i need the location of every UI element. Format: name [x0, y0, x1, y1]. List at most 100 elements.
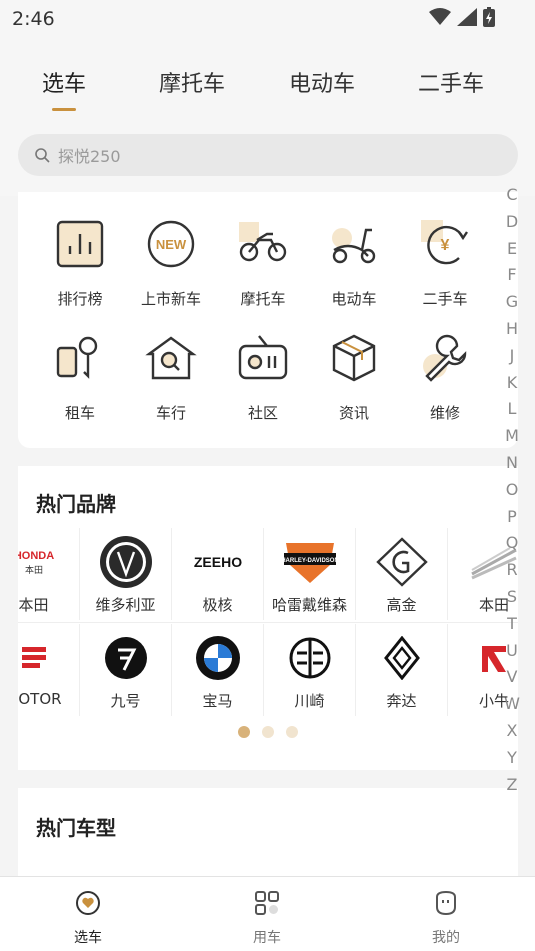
nav-label: 用车: [253, 930, 281, 946]
tab-motorcycle[interactable]: 摩托车: [142, 66, 242, 98]
brand-name: 宝马: [202, 692, 233, 710]
used-car-icon: ¥: [421, 220, 468, 265]
grid-item-ranking[interactable]: 排行榜: [35, 218, 125, 309]
brand-name: MOTOR: [18, 690, 62, 708]
brand-item-victoria[interactable]: 维多利亚: [80, 528, 172, 620]
brand-name: 川崎: [294, 692, 325, 710]
carousel-dot-active[interactable]: [238, 726, 250, 738]
grid-label: 电动车: [331, 290, 377, 308]
grid-label: 资讯: [338, 404, 369, 422]
rental-key-icon: [56, 336, 98, 379]
alpha-letter[interactable]: P: [501, 504, 523, 531]
alpha-letter[interactable]: S: [501, 584, 523, 611]
grid-item-rental[interactable]: 租车: [35, 332, 125, 423]
active-tab-indicator: [52, 108, 76, 111]
carousel-dots: [238, 726, 298, 738]
svg-text:HARLEY-DAVIDSON: HARLEY-DAVIDSON: [282, 558, 338, 564]
tab-electric[interactable]: 电动车: [272, 66, 372, 98]
repair-wrench-icon: [423, 334, 467, 382]
search-bar[interactable]: 探悦250: [18, 134, 518, 176]
brand-name: 极核: [202, 596, 233, 614]
brand-item-gaojin[interactable]: 高金: [356, 528, 448, 620]
alphabet-index[interactable]: C D E F G H J K L M N O P Q R S T U V W …: [501, 182, 523, 798]
alpha-letter[interactable]: E: [501, 236, 523, 263]
alpha-letter[interactable]: G: [501, 289, 523, 316]
brand-name: 九号: [110, 692, 141, 710]
benda-logo: [374, 630, 430, 686]
zeeho-logo: ZEEHO: [190, 534, 246, 590]
bmw-logo: [190, 630, 246, 686]
grid-item-community[interactable]: 社区: [218, 332, 308, 423]
alpha-letter[interactable]: M: [501, 423, 523, 450]
alpha-letter[interactable]: O: [501, 477, 523, 504]
alpha-letter[interactable]: U: [501, 638, 523, 665]
brand-item-benda[interactable]: 奔达: [356, 624, 448, 716]
grid-label: 摩托车: [240, 290, 286, 308]
alpha-letter[interactable]: C: [501, 182, 523, 209]
quick-entry-card: 排行榜 NEW 上市新车 摩托车 电动车 ¥ 二手车 租车 车行 社区 资讯 维…: [18, 192, 518, 448]
tab-used[interactable]: 二手车: [401, 66, 501, 98]
alpha-letter[interactable]: H: [501, 316, 523, 343]
brand-row-divider: [18, 622, 518, 623]
alpha-letter[interactable]: D: [501, 209, 523, 236]
nav-label: 我的: [432, 930, 460, 946]
alpha-letter[interactable]: Z: [501, 772, 523, 799]
status-time: 2:46: [12, 8, 55, 30]
brand-item-kawasaki[interactable]: 川崎: [264, 624, 356, 716]
select-car-nav-icon: [76, 891, 100, 915]
brand-item-zeeho[interactable]: ZEEHO 极核: [172, 528, 264, 620]
alpha-letter[interactable]: Q: [501, 530, 523, 557]
scooter-icon: [332, 228, 376, 264]
grid-label: 上市新车: [140, 290, 201, 308]
alpha-letter[interactable]: N: [501, 450, 523, 477]
alpha-letter[interactable]: T: [501, 611, 523, 638]
alpha-letter[interactable]: V: [501, 664, 523, 691]
brand-item-ninebot[interactable]: 九号: [80, 624, 172, 716]
grid-item-motorcycle[interactable]: 摩托车: [218, 218, 308, 309]
brand-name: 维多利亚: [95, 596, 156, 614]
alpha-letter[interactable]: W: [501, 691, 523, 718]
brand-item-motor[interactable]: MOTOR: [18, 624, 80, 716]
grid-item-electric[interactable]: 电动车: [309, 218, 399, 309]
brand-item-bmw[interactable]: 宝马: [172, 624, 264, 716]
svg-text:ZEEHO: ZEEHO: [193, 554, 241, 570]
grid-item-repair[interactable]: 维修: [400, 332, 490, 423]
grid-item-new-cars[interactable]: NEW 上市新车: [126, 218, 216, 309]
battery-icon: [483, 7, 495, 27]
carousel-dot[interactable]: [262, 726, 274, 738]
honda-logo: HONDA 本田: [18, 534, 62, 590]
grid-item-news[interactable]: 资讯: [309, 332, 399, 423]
brand-item-honda[interactable]: HONDA 本田 本田: [18, 528, 80, 620]
grid-item-dealer[interactable]: 车行: [126, 332, 216, 423]
brand-item-harley[interactable]: HARLEY-DAVIDSON 哈雷戴维森: [264, 528, 356, 620]
alpha-letter[interactable]: X: [501, 718, 523, 745]
alpha-letter[interactable]: R: [501, 557, 523, 584]
grid-label: 二手车: [422, 290, 468, 308]
nav-select-car[interactable]: 选车: [48, 889, 128, 947]
ranking-icon: [56, 220, 104, 268]
svg-text:¥: ¥: [441, 237, 450, 254]
brand-name: 哈雷戴维森: [271, 596, 347, 614]
status-bar: 2:46: [0, 0, 535, 36]
harley-davidson-logo: HARLEY-DAVIDSON: [282, 534, 338, 590]
grid-label: 车行: [155, 404, 186, 422]
grid-item-used[interactable]: ¥ 二手车: [400, 218, 490, 309]
dealer-icon: [145, 336, 197, 380]
carousel-dot[interactable]: [286, 726, 298, 738]
nav-mine[interactable]: 我的: [406, 889, 486, 947]
alpha-letter[interactable]: Y: [501, 745, 523, 772]
bottom-nav: 选车 用车 我的: [0, 876, 535, 951]
search-placeholder: 探悦250: [58, 147, 121, 166]
grid-nav-icon: [255, 891, 279, 915]
nav-use-car[interactable]: 用车: [227, 889, 307, 947]
kawasaki-logo: [282, 630, 338, 686]
brand-carousel[interactable]: HONDA 本田 本田 维多利亚 ZEEHO 极核 HARLEY-DAVIDSON…: [18, 528, 518, 718]
alpha-letter[interactable]: K: [501, 370, 523, 397]
svg-text:HONDA: HONDA: [18, 550, 54, 562]
tab-select-car[interactable]: 选车: [14, 66, 114, 98]
alpha-letter[interactable]: L: [501, 396, 523, 423]
alpha-letter[interactable]: F: [501, 262, 523, 289]
gaojin-logo: [374, 534, 430, 590]
victoria-logo: [98, 534, 154, 590]
alpha-letter[interactable]: J: [501, 343, 523, 370]
